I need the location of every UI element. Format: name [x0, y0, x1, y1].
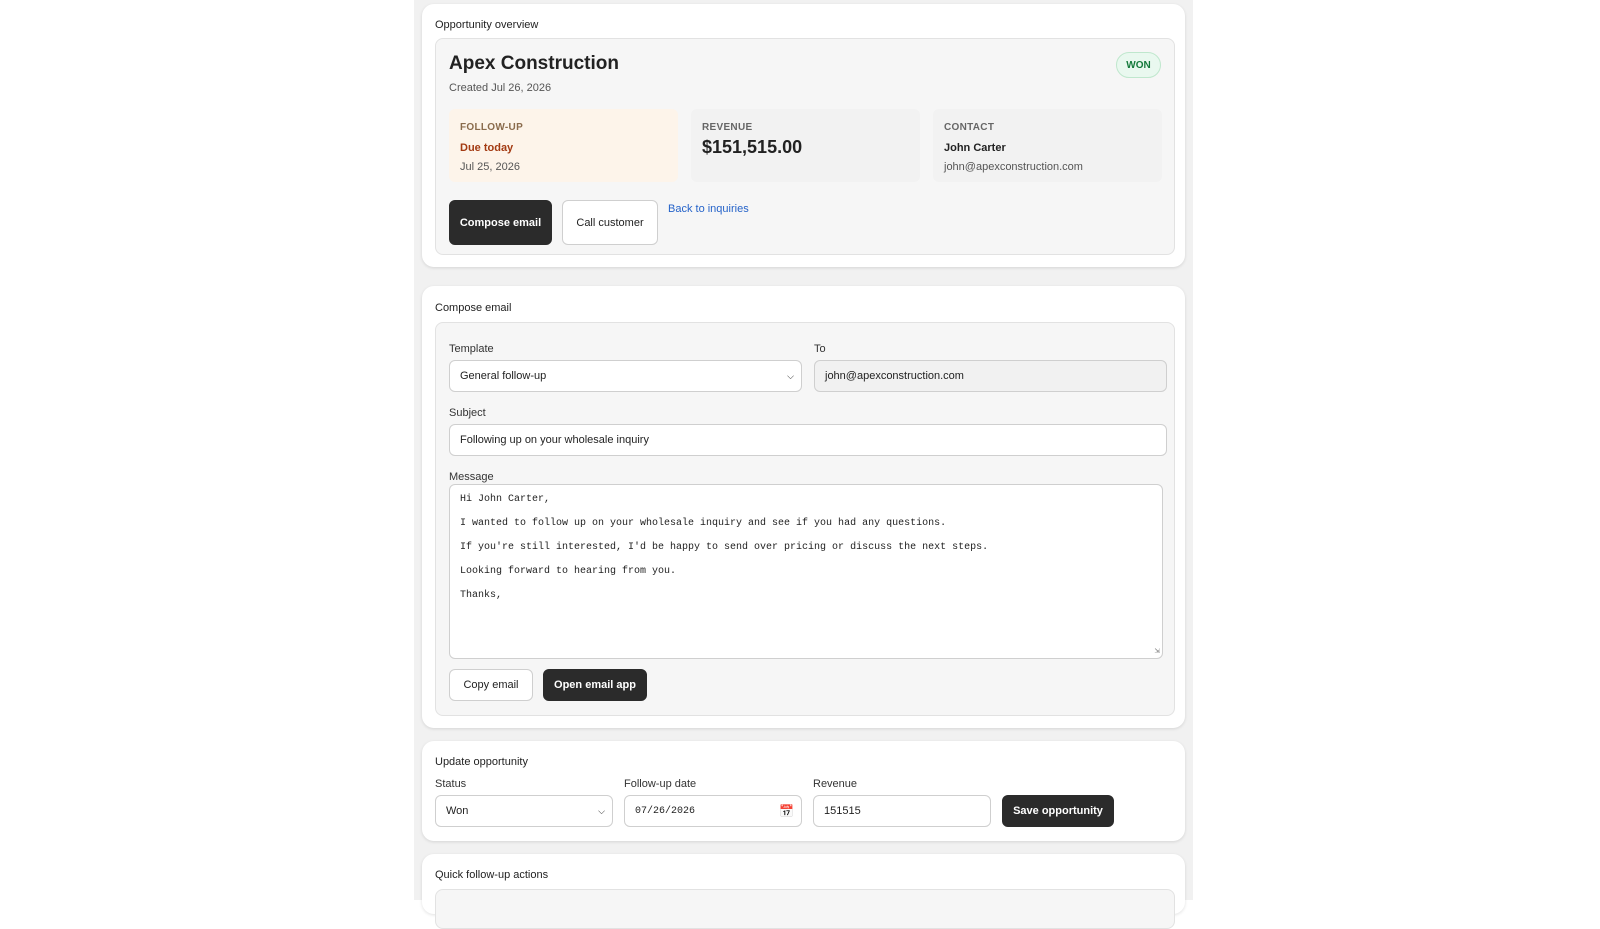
status-label: Status: [435, 778, 467, 790]
company-name: Apex Construction: [449, 53, 619, 74]
overview-card: Opportunity overview Apex Construction C…: [422, 4, 1185, 267]
message-line: Thanks,: [460, 590, 503, 601]
followup-date-input[interactable]: 07/26/2026 📅: [624, 795, 802, 827]
message-label: Message: [449, 471, 494, 483]
compose-panel: Template General follow-up ⌵ To john@ape…: [435, 322, 1175, 716]
followup-due: Due today: [460, 142, 514, 154]
subject-label: Subject: [449, 407, 486, 419]
call-customer-button[interactable]: Call customer: [562, 200, 658, 245]
update-card: Update opportunity Status Won ⌵ Follow-u…: [422, 741, 1185, 841]
status-value: Won: [446, 805, 469, 817]
contact-label: CONTACT: [944, 122, 995, 133]
status-select[interactable]: Won ⌵: [435, 795, 613, 827]
revenue-input-label: Revenue: [813, 778, 858, 790]
contact-email: john@apexconstruction.com: [944, 161, 1083, 173]
message-line: Hi John Carter,: [460, 494, 551, 505]
open-email-app-button[interactable]: Open email app: [543, 669, 647, 701]
message-line: Looking forward to hearing from you.: [460, 566, 677, 577]
revenue-label: REVENUE: [702, 122, 753, 133]
contact-stat: CONTACT John Carter john@apexconstructio…: [933, 109, 1162, 182]
to-label: To: [814, 343, 826, 355]
main-column: Opportunity overview Apex Construction C…: [414, 0, 1193, 929]
chevron-down-icon: ⌵: [787, 371, 794, 381]
revenue-input[interactable]: 151515: [813, 795, 991, 827]
template-value: General follow-up: [460, 370, 547, 382]
contact-name: John Carter: [944, 142, 1006, 154]
message-textarea[interactable]: Hi John Carter, I wanted to follow up on…: [449, 484, 1163, 659]
overview-title: Opportunity overview: [435, 19, 539, 31]
template-select[interactable]: General follow-up ⌵: [449, 360, 802, 392]
back-to-inquiries-link[interactable]: Back to inquiries: [668, 203, 749, 215]
compose-email-button[interactable]: Compose email: [449, 200, 552, 245]
created-date: Created Jul 26, 2026: [449, 82, 552, 94]
copy-email-button[interactable]: Copy email: [449, 669, 533, 701]
quick-actions-panel: [435, 889, 1175, 929]
followup-date-label: Follow-up date: [624, 778, 697, 790]
calendar-icon[interactable]: 📅: [779, 804, 794, 819]
followup-date: Jul 25, 2026: [460, 161, 520, 173]
message-line: If you're still interested, I'd be happy…: [460, 542, 989, 553]
to-field[interactable]: john@apexconstruction.com: [814, 360, 1167, 392]
compose-card: Compose email Template General follow-up…: [422, 286, 1185, 728]
overview-panel: Apex Construction Created Jul 26, 2026 W…: [435, 38, 1175, 255]
chevron-down-icon: ⌵: [598, 806, 605, 816]
message-line: I wanted to follow up on your wholesale …: [460, 518, 947, 529]
quick-actions-title: Quick follow-up actions: [435, 869, 549, 881]
status-badge: WON: [1116, 52, 1161, 78]
template-label: Template: [449, 343, 494, 355]
revenue-stat: REVENUE $151,515.00: [691, 109, 920, 182]
revenue-value: $151,515.00: [702, 137, 803, 157]
compose-title: Compose email: [435, 302, 512, 314]
save-opportunity-button[interactable]: Save opportunity: [1002, 795, 1114, 827]
update-title: Update opportunity: [435, 756, 528, 768]
subject-input[interactable]: Following up on your wholesale inquiry: [449, 424, 1167, 456]
followup-label: FOLLOW-UP: [460, 122, 524, 133]
resize-grip-icon[interactable]: ⇲: [1155, 646, 1160, 656]
followup-stat: FOLLOW-UP Due today Jul 25, 2026: [449, 109, 678, 182]
followup-date-value: 07/26/2026: [635, 805, 696, 817]
quick-actions-card: Quick follow-up actions: [422, 854, 1185, 929]
